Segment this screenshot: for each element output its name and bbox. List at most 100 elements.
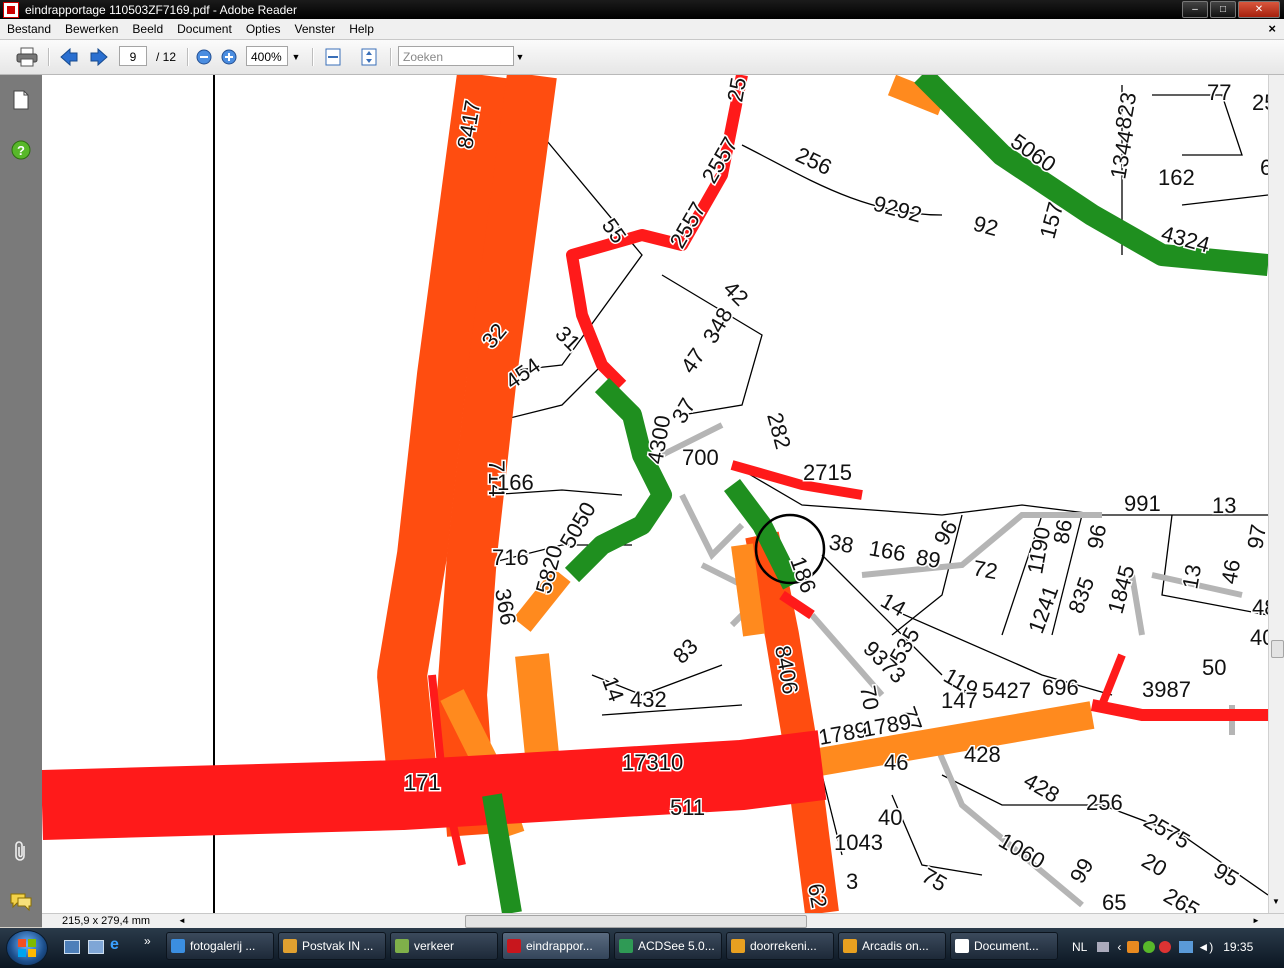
traffic-volume-label: 70 — [855, 684, 884, 712]
clock[interactable]: 19:35 — [1223, 940, 1253, 954]
search-dropdown-chevron-icon[interactable]: ▼ — [514, 47, 526, 67]
zoom-dropdown-chevron-icon[interactable]: ▼ — [290, 47, 302, 67]
traffic-volume-label: 256 — [1086, 790, 1123, 815]
window-controls: – □ ✕ — [1182, 1, 1280, 18]
volume-icon[interactable]: ◄) — [1197, 940, 1213, 954]
search-input[interactable]: Zoeken — [398, 46, 514, 66]
menu-venster[interactable]: Venster — [288, 19, 343, 39]
toolbar-separator — [48, 48, 50, 66]
comments-icon[interactable] — [10, 891, 32, 913]
page-total-label: / 12 — [155, 50, 176, 64]
traffic-volume-label: 77 — [1207, 80, 1231, 105]
help-icon[interactable]: ? — [10, 139, 32, 161]
traffic-volume-label: 48 — [1252, 595, 1268, 620]
scroll-right-icon[interactable]: ► — [1252, 914, 1260, 928]
status-bar: 215,9 x 279,4 mm ◄ ► — [42, 913, 1284, 928]
task-app-icon — [283, 939, 297, 953]
fit-width-icon[interactable] — [322, 47, 344, 67]
menu-opties[interactable]: Opties — [239, 19, 288, 39]
previous-page-icon[interactable] — [58, 47, 80, 67]
quicklaunch-more-icon[interactable]: » — [144, 934, 151, 948]
internet-explorer-icon[interactable]: e — [110, 936, 119, 954]
traffic-volume-label: 89 — [914, 544, 942, 573]
task-label: Arcadis on... — [862, 939, 929, 953]
attachments-paperclip-icon[interactable] — [10, 841, 32, 863]
tray-app-icon[interactable] — [1143, 941, 1156, 953]
task-app-icon — [507, 939, 521, 953]
menu-bestand[interactable]: Bestand — [0, 19, 58, 39]
horizontal-scroll-thumb[interactable] — [465, 915, 807, 928]
pages-icon[interactable] — [10, 89, 32, 111]
taskbar-item[interactable]: verkeer — [390, 932, 498, 960]
traffic-volume-label: 428 — [964, 742, 1001, 767]
fit-page-icon[interactable] — [358, 47, 380, 67]
traffic-volume-label: 147 — [941, 688, 978, 713]
traffic-volume-label: 72 — [971, 555, 999, 584]
tray-expand-icon[interactable]: ‹ — [1117, 940, 1121, 954]
traffic-volume-label: 1043 — [834, 830, 883, 855]
taskbar-item[interactable]: Postvak IN ... — [278, 932, 386, 960]
traffic-volume-label: 13 — [1177, 562, 1206, 590]
tray-app-icon[interactable] — [1159, 941, 1172, 953]
svg-text:?: ? — [17, 143, 25, 158]
scroll-down-icon[interactable]: ▼ — [1272, 897, 1280, 906]
language-indicator[interactable]: NL — [1072, 940, 1087, 954]
start-button[interactable] — [6, 930, 48, 966]
traffic-volume-label: 13 — [1212, 493, 1236, 518]
taskbar-item[interactable]: fotogalerij ... — [166, 932, 274, 960]
traffic-volume-label: 50 — [1202, 655, 1226, 680]
navigation-sidebar: ? — [0, 75, 42, 927]
network-icon[interactable] — [1179, 941, 1194, 953]
traffic-volume-label: 5427 — [982, 678, 1031, 703]
traffic-volume-label: 97 — [1242, 522, 1268, 550]
document-view[interactable]: 2525572557256929292157506082377251344162… — [42, 75, 1268, 913]
taskbar-item[interactable]: doorrekeni... — [726, 932, 834, 960]
traffic-volume-label: 162 — [1158, 165, 1195, 190]
taskbar-item-active[interactable]: eindrappor... — [502, 932, 610, 960]
traffic-volume-label: 700 — [682, 445, 719, 470]
task-app-icon — [955, 939, 969, 953]
toolbar: 9 / 12 400% ▼ Zoeken ▼ — [0, 40, 1284, 75]
toolbar-separator — [390, 48, 392, 66]
task-label: fotogalerij ... — [190, 939, 256, 953]
zoom-in-icon[interactable] — [220, 47, 238, 67]
traffic-volume-label: 25 — [722, 75, 751, 103]
page-number-input[interactable]: 9 — [119, 46, 147, 66]
menu-document[interactable]: Document — [170, 19, 239, 39]
traffic-volume-label: 62 — [803, 882, 832, 910]
document-close-icon[interactable]: × — [1268, 21, 1276, 36]
task-app-icon — [843, 939, 857, 953]
traffic-volume-label: 38 — [827, 529, 855, 558]
task-app-icon — [395, 939, 409, 953]
vertical-scrollbar[interactable]: ▼ — [1268, 75, 1284, 913]
menu-help[interactable]: Help — [342, 19, 381, 39]
zoom-out-icon[interactable] — [195, 47, 213, 67]
traffic-volume-label: 96 — [1082, 522, 1111, 550]
traffic-volume-label: 696 — [1042, 675, 1079, 700]
minimize-button[interactable]: – — [1182, 1, 1208, 18]
next-page-icon[interactable] — [88, 47, 110, 67]
keyboard-icon[interactable] — [1097, 942, 1110, 952]
vertical-scroll-thumb[interactable] — [1271, 640, 1284, 658]
traffic-map: 2525572557256929292157506082377251344162… — [42, 75, 1268, 913]
close-button[interactable]: ✕ — [1238, 1, 1280, 18]
scroll-left-icon[interactable]: ◄ — [178, 914, 186, 928]
menu-bewerken[interactable]: Bewerken — [58, 19, 125, 39]
traffic-volume-label: 2715 — [803, 460, 852, 485]
taskbar-item[interactable]: Document... — [950, 932, 1058, 960]
maximize-button[interactable]: □ — [1210, 1, 1236, 18]
tray-app-icon[interactable] — [1127, 941, 1140, 953]
switch-windows-icon[interactable] — [88, 940, 104, 954]
print-icon[interactable] — [14, 47, 40, 67]
menu-beeld[interactable]: Beeld — [125, 19, 170, 39]
window-titlebar: eindrapportage 110503ZF7169.pdf - Adobe … — [0, 0, 1284, 19]
task-app-icon — [619, 939, 633, 953]
taskbar-item[interactable]: Arcadis on... — [838, 932, 946, 960]
system-tray: NL ‹ ◄) 19:35 — [1068, 930, 1284, 964]
zoom-level-field[interactable]: 400% — [246, 46, 288, 66]
traffic-volume-label: 46 — [884, 750, 908, 775]
taskbar-item[interactable]: ACDSee 5.0... — [614, 932, 722, 960]
traffic-volume-label: 991 — [1124, 491, 1161, 516]
show-desktop-icon[interactable] — [64, 940, 80, 954]
traffic-volume-label: 86 — [1048, 517, 1077, 545]
